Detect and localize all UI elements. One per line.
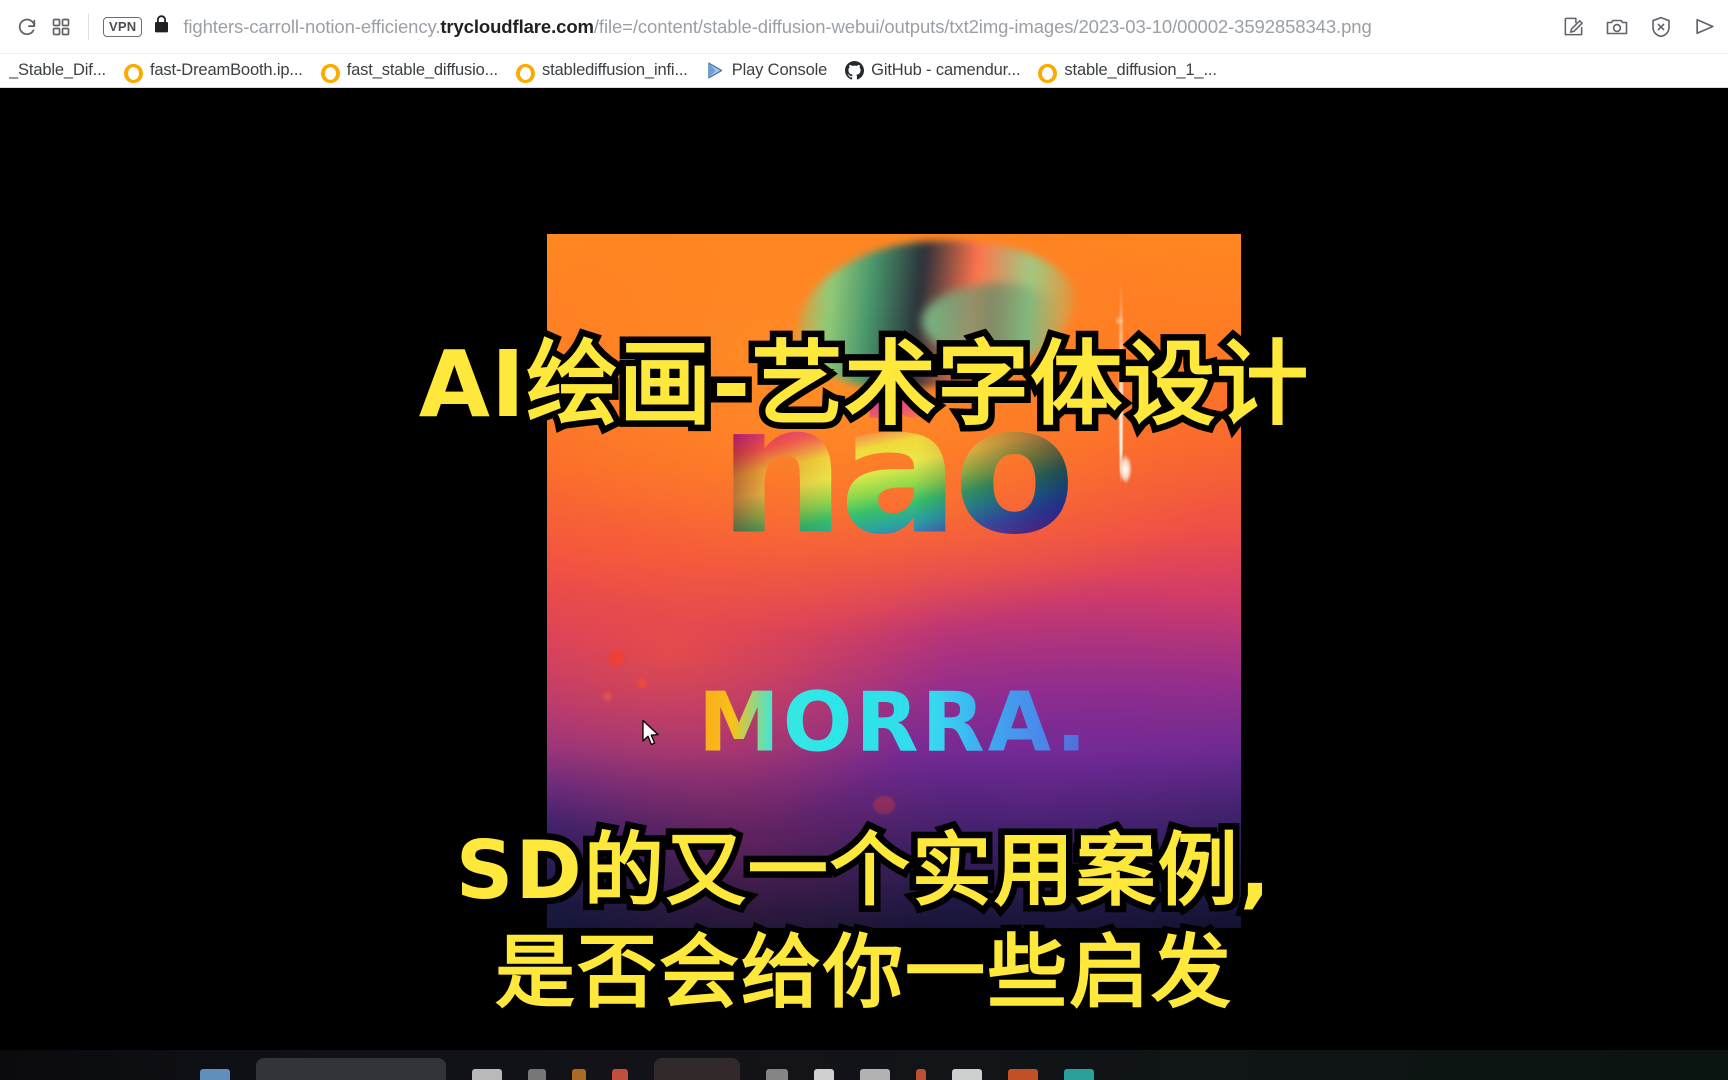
- taskbar-icon[interactable]: [1008, 1069, 1038, 1080]
- bookmark-item[interactable]: stable_diffusion_1_...: [1029, 58, 1225, 83]
- colab-icon: [123, 61, 143, 83]
- bookmark-label: _Stable_Dif...: [9, 61, 106, 79]
- taskbar-active-window[interactable]: [256, 1058, 446, 1080]
- bookmark-item[interactable]: Play Console: [697, 58, 836, 83]
- browser-toolbar: VPN fighters-carroll-notion-efficiency.t…: [0, 0, 1728, 53]
- bookmark-item[interactable]: fast_stable_diffusio...: [312, 58, 507, 83]
- toolbar-actions: [1544, 14, 1718, 40]
- address-bar[interactable]: VPN fighters-carroll-notion-efficiency.t…: [99, 9, 1544, 45]
- bookmark-label: fast-DreamBooth.ip...: [149, 61, 303, 79]
- shield-block-icon[interactable]: [1648, 14, 1674, 40]
- taskbar-icon[interactable]: [572, 1069, 586, 1080]
- screen-root: VPN fighters-carroll-notion-efficiency.t…: [0, 0, 1728, 1080]
- bookmark-item[interactable]: GitHub - camendur...: [836, 58, 1029, 83]
- bookmark-label: fast_stable_diffusio...: [346, 61, 498, 79]
- toolbar-divider: [88, 13, 89, 40]
- bookmark-item[interactable]: fast-DreamBooth.ip...: [115, 58, 312, 83]
- overlay-caption-line-2: 是否会给你一些启发: [489, 920, 1238, 1026]
- lock-icon[interactable]: [153, 14, 170, 39]
- bookmark-item[interactable]: _Stable_Dif...: [0, 58, 115, 83]
- bookmark-label: stablediffusion_infi...: [541, 61, 688, 79]
- url-prefix: fighters-carroll-notion-efficiency.: [183, 15, 441, 37]
- taskbar-icon[interactable]: [916, 1069, 926, 1080]
- bookmark-label: Play Console: [731, 61, 828, 79]
- bookmark-label: stable_diffusion_1_...: [1064, 61, 1217, 79]
- camera-icon[interactable]: [1604, 14, 1630, 40]
- url-host: trycloudflare.com: [440, 15, 594, 37]
- taskbar-icon[interactable]: [612, 1069, 628, 1080]
- taskbar-icon[interactable]: [1064, 1069, 1094, 1080]
- bookmark-item[interactable]: stablediffusion_infi...: [507, 58, 697, 83]
- browser-chrome: VPN fighters-carroll-notion-efficiency.t…: [0, 0, 1728, 88]
- url-text[interactable]: fighters-carroll-notion-efficiency.trycl…: [183, 16, 1371, 38]
- reload-icon[interactable]: [10, 10, 44, 44]
- overlay-caption-line-1: SD的又一个实用案例,: [449, 818, 1276, 924]
- play-console-icon: [706, 61, 725, 80]
- annotate-icon[interactable]: [1560, 14, 1586, 40]
- overlay-title: AI绘画-艺术字体设计: [412, 325, 1315, 445]
- bookmarks-bar: _Stable_Dif... fast-DreamBooth.ip... fas…: [0, 53, 1728, 87]
- github-icon: [845, 61, 865, 80]
- colab-icon: [320, 61, 340, 83]
- bookmark-label: GitHub - camendur...: [871, 61, 1021, 79]
- taskbar-icon[interactable]: [860, 1069, 890, 1080]
- send-icon[interactable]: [1692, 14, 1718, 40]
- image-viewer: não não MORRA. AI绘画-艺术字体设计 SD的又一个实用案例, 是…: [0, 88, 1728, 1050]
- taskbar-icon[interactable]: [472, 1069, 502, 1080]
- vpn-badge[interactable]: VPN: [103, 16, 143, 37]
- taskbar-icon[interactable]: [814, 1069, 834, 1080]
- taskbar-icon[interactable]: [766, 1069, 788, 1080]
- colab-icon: [515, 61, 535, 83]
- os-taskbar[interactable]: [0, 1050, 1728, 1080]
- taskbar-icon[interactable]: [528, 1069, 546, 1080]
- taskbar-icon[interactable]: [200, 1069, 230, 1080]
- url-path: /file=/content/stable-diffusion-webui/ou…: [593, 15, 1372, 37]
- image-speck: [602, 692, 612, 702]
- taskbar-icon[interactable]: [952, 1069, 982, 1080]
- apps-grid-icon[interactable]: [44, 10, 78, 44]
- colab-icon: [1038, 61, 1058, 83]
- taskbar-icon-group[interactable]: [654, 1058, 740, 1080]
